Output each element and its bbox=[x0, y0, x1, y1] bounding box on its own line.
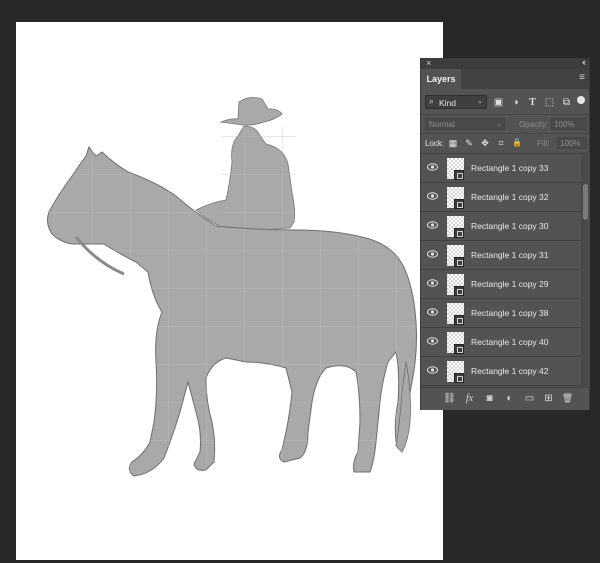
opacity-value: 100% bbox=[554, 120, 575, 129]
adjustment-filter-icon[interactable]: ◑ bbox=[510, 97, 521, 108]
layer-row[interactable]: Rectangle 1 copy 31 bbox=[421, 241, 581, 270]
lock-artboard-icon[interactable]: ⌗ bbox=[496, 138, 506, 148]
layer-name[interactable]: Rectangle 1 copy 29 bbox=[471, 279, 549, 289]
blend-mode-value: Normal bbox=[429, 120, 455, 129]
add-mask-icon[interactable]: ◙ bbox=[483, 392, 496, 405]
lock-all-icon[interactable]: 🔒 bbox=[512, 138, 522, 148]
layer-name[interactable]: Rectangle 1 copy 32 bbox=[471, 192, 549, 202]
image-filter-icon[interactable]: ▣ bbox=[493, 97, 504, 108]
filter-kind-label: Kind bbox=[439, 98, 457, 108]
layer-name[interactable]: Rectangle 1 copy 40 bbox=[471, 337, 549, 347]
type-filter-icon[interactable]: T bbox=[527, 97, 538, 108]
panel-tab-bar: Layers ≡ bbox=[421, 69, 589, 89]
layer-row[interactable]: Rectangle 1 copy 29 bbox=[421, 270, 581, 299]
document-canvas[interactable] bbox=[16, 22, 443, 560]
shape-layer-badge-icon bbox=[454, 373, 464, 383]
eye-icon[interactable] bbox=[427, 192, 438, 200]
fill-label: Fill: bbox=[537, 139, 550, 148]
panel-menu-icon[interactable]: ≡ bbox=[579, 72, 585, 83]
opacity-input[interactable]: 100% bbox=[551, 118, 587, 130]
lock-row: Lock: ▦ ✎ ✥ ⌗ 🔒 Fill: 100% bbox=[421, 133, 589, 153]
eye-icon[interactable] bbox=[427, 337, 438, 345]
layer-name[interactable]: Rectangle 1 copy 31 bbox=[471, 250, 549, 260]
layer-name[interactable]: Rectangle 1 copy 38 bbox=[471, 308, 549, 318]
search-icon: ⌕ bbox=[429, 96, 435, 106]
eye-icon[interactable] bbox=[427, 250, 438, 258]
layers-scrollbar[interactable] bbox=[581, 152, 590, 387]
collapse-icon[interactable]: ‹‹ bbox=[582, 57, 586, 67]
new-group-icon[interactable]: ▭ bbox=[523, 392, 536, 405]
layer-row[interactable]: Rectangle 1 copy 30 bbox=[421, 212, 581, 241]
lock-move-icon[interactable]: ✥ bbox=[480, 138, 490, 148]
shape-layer-badge-icon bbox=[454, 315, 464, 325]
layers-list: Rectangle 1 copy 33 Rectangle 1 copy 32 … bbox=[421, 152, 581, 387]
shape-layer-badge-icon bbox=[454, 286, 464, 296]
layers-panel: × ‹‹ Layers ≡ ⌕ Kind ⌄ ▣ ◑ T ⬚ ⧉ Normal … bbox=[420, 57, 590, 410]
shape-layer-badge-icon bbox=[454, 228, 464, 238]
lock-transparent-icon[interactable]: ▦ bbox=[448, 138, 458, 148]
opacity-label: Opacity: bbox=[519, 120, 549, 129]
lock-label: Lock: bbox=[425, 139, 445, 148]
fill-value: 100% bbox=[560, 139, 581, 148]
new-layer-icon[interactable]: ⊞ bbox=[542, 392, 555, 405]
layer-name[interactable]: Rectangle 1 copy 42 bbox=[471, 366, 549, 376]
horse-rider-silhouette bbox=[46, 97, 417, 477]
shape-layer-badge-icon bbox=[454, 170, 464, 180]
layer-row[interactable]: Rectangle 1 copy 38 bbox=[421, 299, 581, 328]
chevron-down-icon: ⌄ bbox=[477, 98, 483, 105]
blend-row: Normal ⌄ Opacity: 100% bbox=[421, 114, 589, 133]
adjustment-layer-icon[interactable]: ◐ bbox=[503, 392, 516, 405]
eye-icon[interactable] bbox=[427, 221, 438, 229]
shape-filter-icon[interactable]: ⬚ bbox=[544, 97, 555, 108]
layer-filter-row: ⌕ Kind ⌄ ▣ ◑ T ⬚ ⧉ bbox=[421, 92, 589, 114]
fx-icon[interactable]: fx bbox=[463, 392, 476, 405]
layer-row[interactable]: Rectangle 1 copy 32 bbox=[421, 183, 581, 212]
eye-icon[interactable] bbox=[427, 308, 438, 316]
shape-layer-badge-icon bbox=[454, 344, 464, 354]
filter-toggle-icon[interactable] bbox=[577, 96, 585, 104]
fill-input[interactable]: 100% bbox=[557, 137, 587, 149]
shape-layer-badge-icon bbox=[454, 257, 464, 267]
layer-row[interactable]: Rectangle 1 copy 42 bbox=[421, 357, 581, 386]
lock-paint-icon[interactable]: ✎ bbox=[464, 138, 474, 148]
layer-name[interactable]: Rectangle 1 copy 33 bbox=[471, 163, 549, 173]
delete-layer-icon[interactable]: 🗑 bbox=[561, 392, 574, 405]
eye-icon[interactable] bbox=[427, 366, 438, 374]
layer-name[interactable]: Rectangle 1 copy 30 bbox=[471, 221, 549, 231]
eye-icon[interactable] bbox=[427, 279, 438, 287]
tab-layers[interactable]: Layers bbox=[421, 69, 461, 89]
eye-icon[interactable] bbox=[427, 163, 438, 171]
close-icon[interactable]: × bbox=[426, 58, 431, 68]
filter-kind-select[interactable]: ⌕ Kind ⌄ bbox=[425, 95, 487, 109]
layer-row[interactable]: Rectangle 1 copy 40 bbox=[421, 328, 581, 357]
scrollbar-thumb[interactable] bbox=[583, 184, 588, 220]
rider-silhouette bbox=[195, 97, 296, 233]
layer-row[interactable]: Rectangle 1 copy 33 bbox=[421, 154, 581, 183]
panel-bottom-toolbar: ⛓ fx ◙ ◐ ▭ ⊞ 🗑 bbox=[421, 387, 589, 410]
chevron-down-icon: ⌄ bbox=[496, 121, 502, 128]
shape-layer-badge-icon bbox=[454, 199, 464, 209]
link-layers-icon[interactable]: ⛓ bbox=[443, 392, 456, 405]
smart-object-filter-icon[interactable]: ⧉ bbox=[561, 97, 572, 108]
blend-mode-select[interactable]: Normal ⌄ bbox=[425, 118, 505, 130]
panel-title-bar: × ‹‹ bbox=[421, 57, 589, 69]
